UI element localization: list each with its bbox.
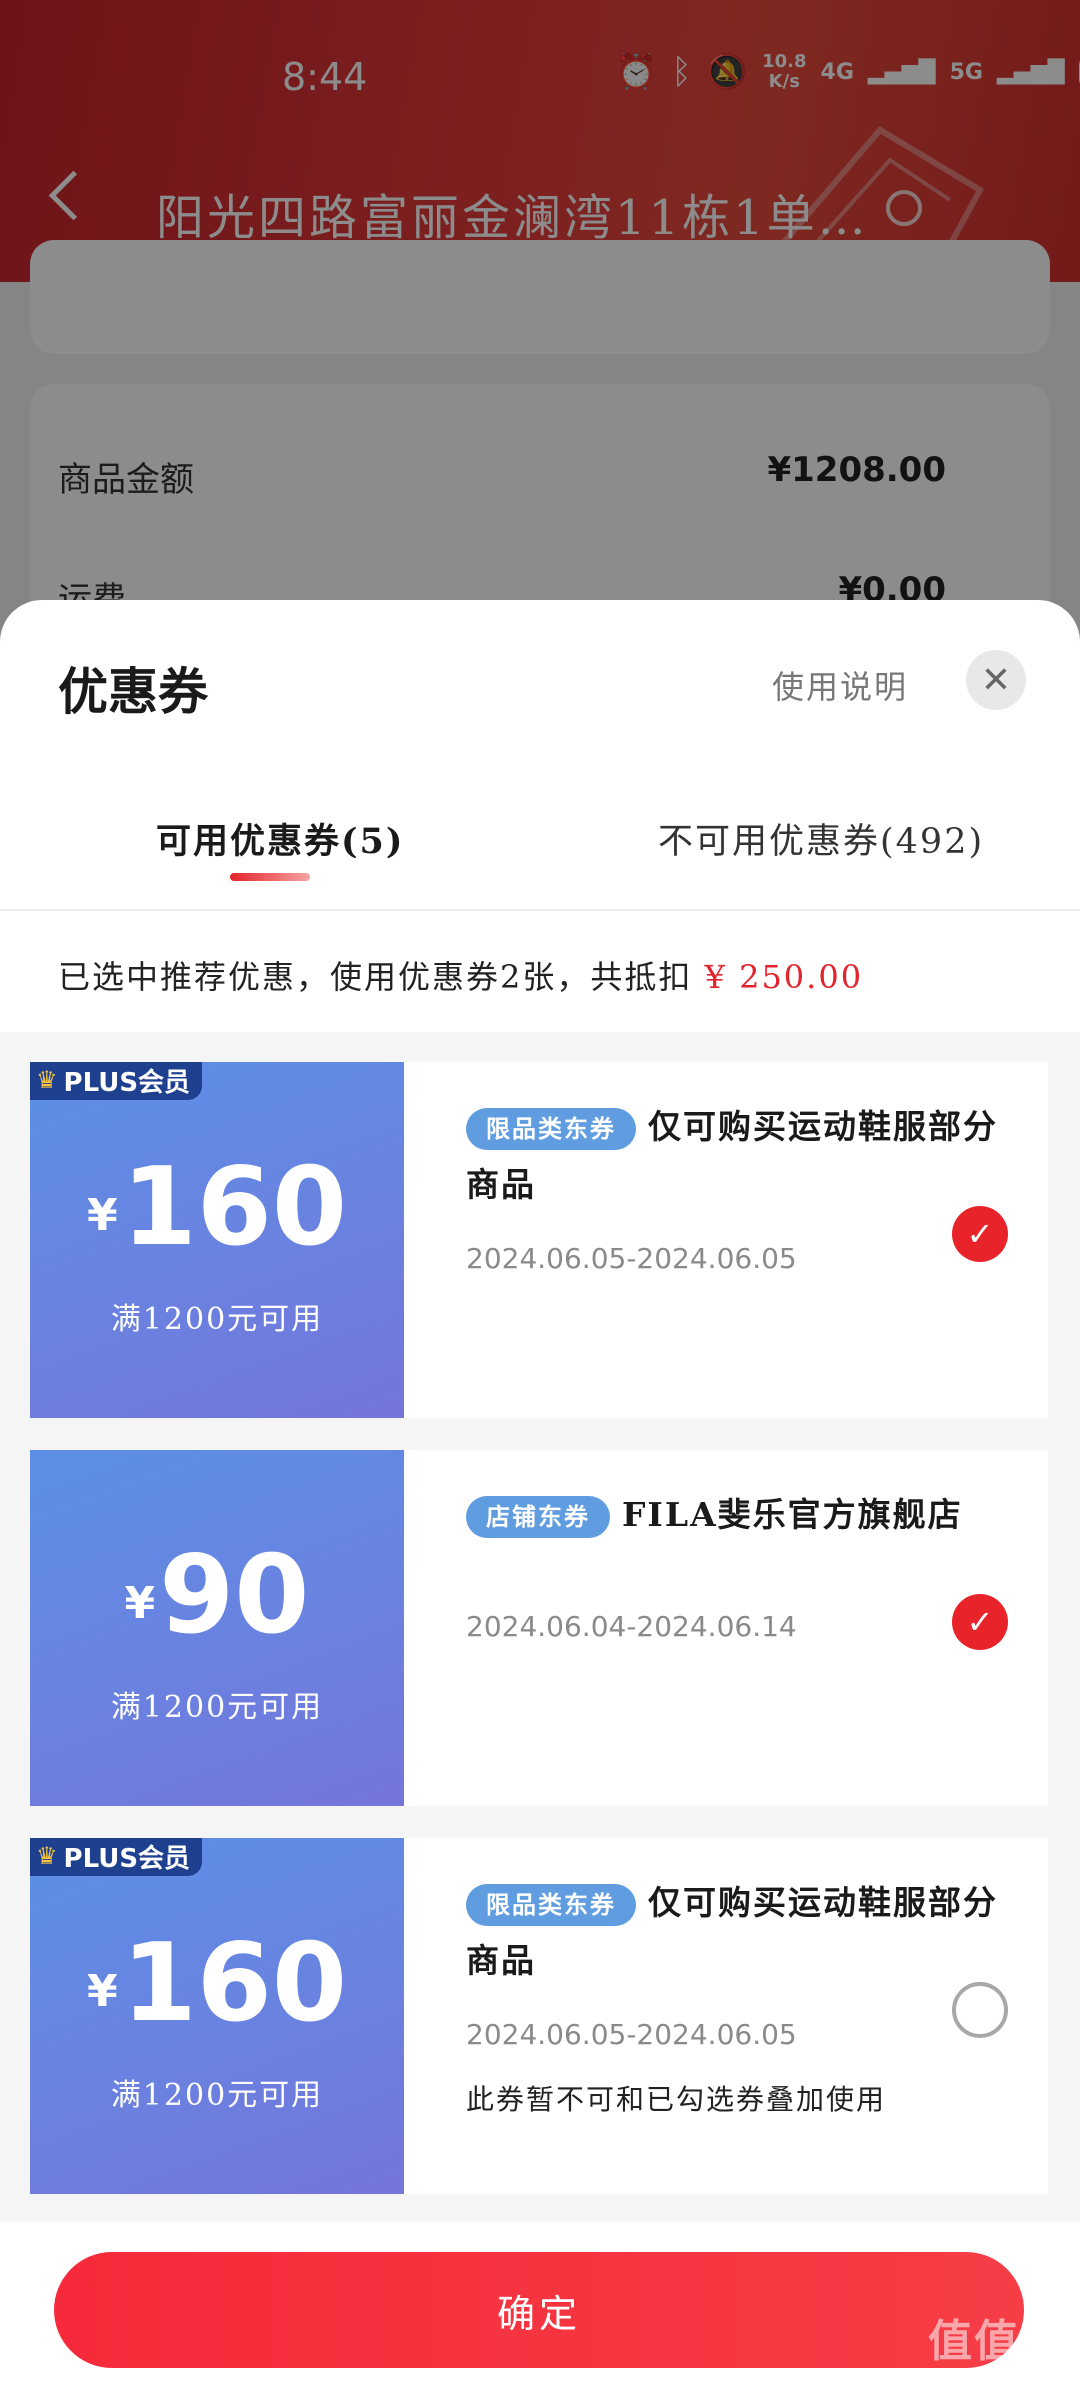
coupon-condition: 满1200元可用 xyxy=(110,1690,324,1725)
plus-member-badge: ♛ PLUS会员 xyxy=(30,1838,203,1876)
summary-amount: ¥ 250.00 xyxy=(704,958,864,996)
summary-text: 已选中推荐优惠，使用优惠券2张，共抵扣 xyxy=(58,958,693,996)
usage-instructions-link[interactable]: 使用说明 xyxy=(772,662,908,708)
crown-icon: ♛ xyxy=(36,1842,58,1870)
coupon-value-panel: ♛ PLUS会员 ¥160 满1200元可用 xyxy=(30,1062,404,1418)
coupon-card[interactable]: ♛ PLUS会员 ¥160 满1200元可用 限品类东券 仅可购买运动鞋服部分商品… xyxy=(30,1062,1048,1418)
coupon-amount: ¥160 xyxy=(30,1924,404,2044)
coupon-sheet: 优惠券 使用说明 ✕ 可用优惠券(5) 不可用优惠券(492) 已选中推荐优惠，… xyxy=(0,600,1080,2400)
coupon-list: ♛ PLUS会员 ¥160 满1200元可用 限品类东券 仅可购买运动鞋服部分商品… xyxy=(0,1032,1080,2400)
coupon-card[interactable]: ¥90 满1200元可用 店铺东券 FILA斐乐官方旗舰店 2024.06.04-… xyxy=(30,1450,1048,1806)
coupon-description: 限品类东券 仅可购买运动鞋服部分商品 xyxy=(466,1107,998,1204)
coupon-info: 限品类东券 仅可购买运动鞋服部分商品 2024.06.05-2024.06.05 xyxy=(434,1062,1034,1418)
yen-symbol: ¥ xyxy=(86,1190,118,1241)
coupon-description: 限品类东券 仅可购买运动鞋服部分商品 xyxy=(466,1883,998,1980)
coupon-description: 店铺东券 FILA斐乐官方旗舰店 xyxy=(466,1486,1026,1544)
coupon-condition: 满1200元可用 xyxy=(110,2078,324,2113)
coupon-tag: 限品类东券 xyxy=(466,1108,636,1150)
divider xyxy=(0,909,1080,911)
coupon-amount-value: 90 xyxy=(159,1533,310,1658)
checkmark-icon[interactable]: ✓ xyxy=(952,1206,1008,1262)
coupon-condition: 满1200元可用 xyxy=(110,1302,324,1337)
discount-summary: 已选中推荐优惠，使用优惠券2张，共抵扣 ¥ 250.00 xyxy=(58,952,863,998)
close-icon[interactable]: ✕ xyxy=(966,650,1026,710)
tab-indicator xyxy=(230,873,310,881)
crown-icon: ♛ xyxy=(36,1066,58,1094)
tab-unavailable-coupons[interactable]: 不可用优惠券(492) xyxy=(658,813,984,864)
checkmark-icon[interactable]: ✓ xyxy=(952,1594,1008,1650)
coupon-validity: 2024.06.04-2024.06.14 xyxy=(466,1610,797,1643)
coupon-amount: ¥90 xyxy=(30,1536,404,1656)
coupon-amount-value: 160 xyxy=(121,1145,348,1270)
coupon-card[interactable]: ♛ PLUS会员 ¥160 满1200元可用 限品类东券 仅可购买运动鞋服部分商品… xyxy=(30,1838,1048,2194)
confirm-button[interactable]: 确定 xyxy=(54,2252,1024,2368)
coupon-info: 店铺东券 FILA斐乐官方旗舰店 2024.06.04-2024.06.14 xyxy=(434,1450,1034,1806)
yen-symbol: ¥ xyxy=(86,1966,118,2017)
coupon-info: 限品类东券 仅可购买运动鞋服部分商品 2024.06.05-2024.06.05 … xyxy=(434,1838,1034,2194)
watermark-url: zhizhizhi.com xyxy=(942,2366,1052,2385)
plus-member-badge: ♛ PLUS会员 xyxy=(30,1062,203,1100)
watermark: 值值值 zhizhizhi.com xyxy=(928,2316,1066,2386)
coupon-value-panel: ¥90 满1200元可用 xyxy=(30,1450,404,1806)
sheet-title: 优惠券 xyxy=(58,662,208,721)
watermark-logo: 值值值 xyxy=(928,2316,1066,2367)
coupon-tag: 店铺东券 xyxy=(466,1496,610,1538)
tab-available-coupons[interactable]: 可用优惠券(5) xyxy=(156,813,404,864)
coupon-stack-note: 此券暂不可和已勾选券叠加使用 xyxy=(466,2083,887,2116)
coupon-tag: 限品类东券 xyxy=(466,1884,636,1926)
coupon-amount: ¥160 xyxy=(30,1148,404,1268)
coupon-validity: 2024.06.05-2024.06.05 xyxy=(466,1242,797,1275)
coupon-value-panel: ♛ PLUS会员 ¥160 满1200元可用 xyxy=(30,1838,404,2194)
yen-symbol: ¥ xyxy=(124,1578,156,1629)
unchecked-circle-icon[interactable] xyxy=(952,1982,1008,2038)
coupon-validity: 2024.06.05-2024.06.05 xyxy=(466,2018,797,2051)
coupon-amount-value: 160 xyxy=(121,1921,348,2046)
